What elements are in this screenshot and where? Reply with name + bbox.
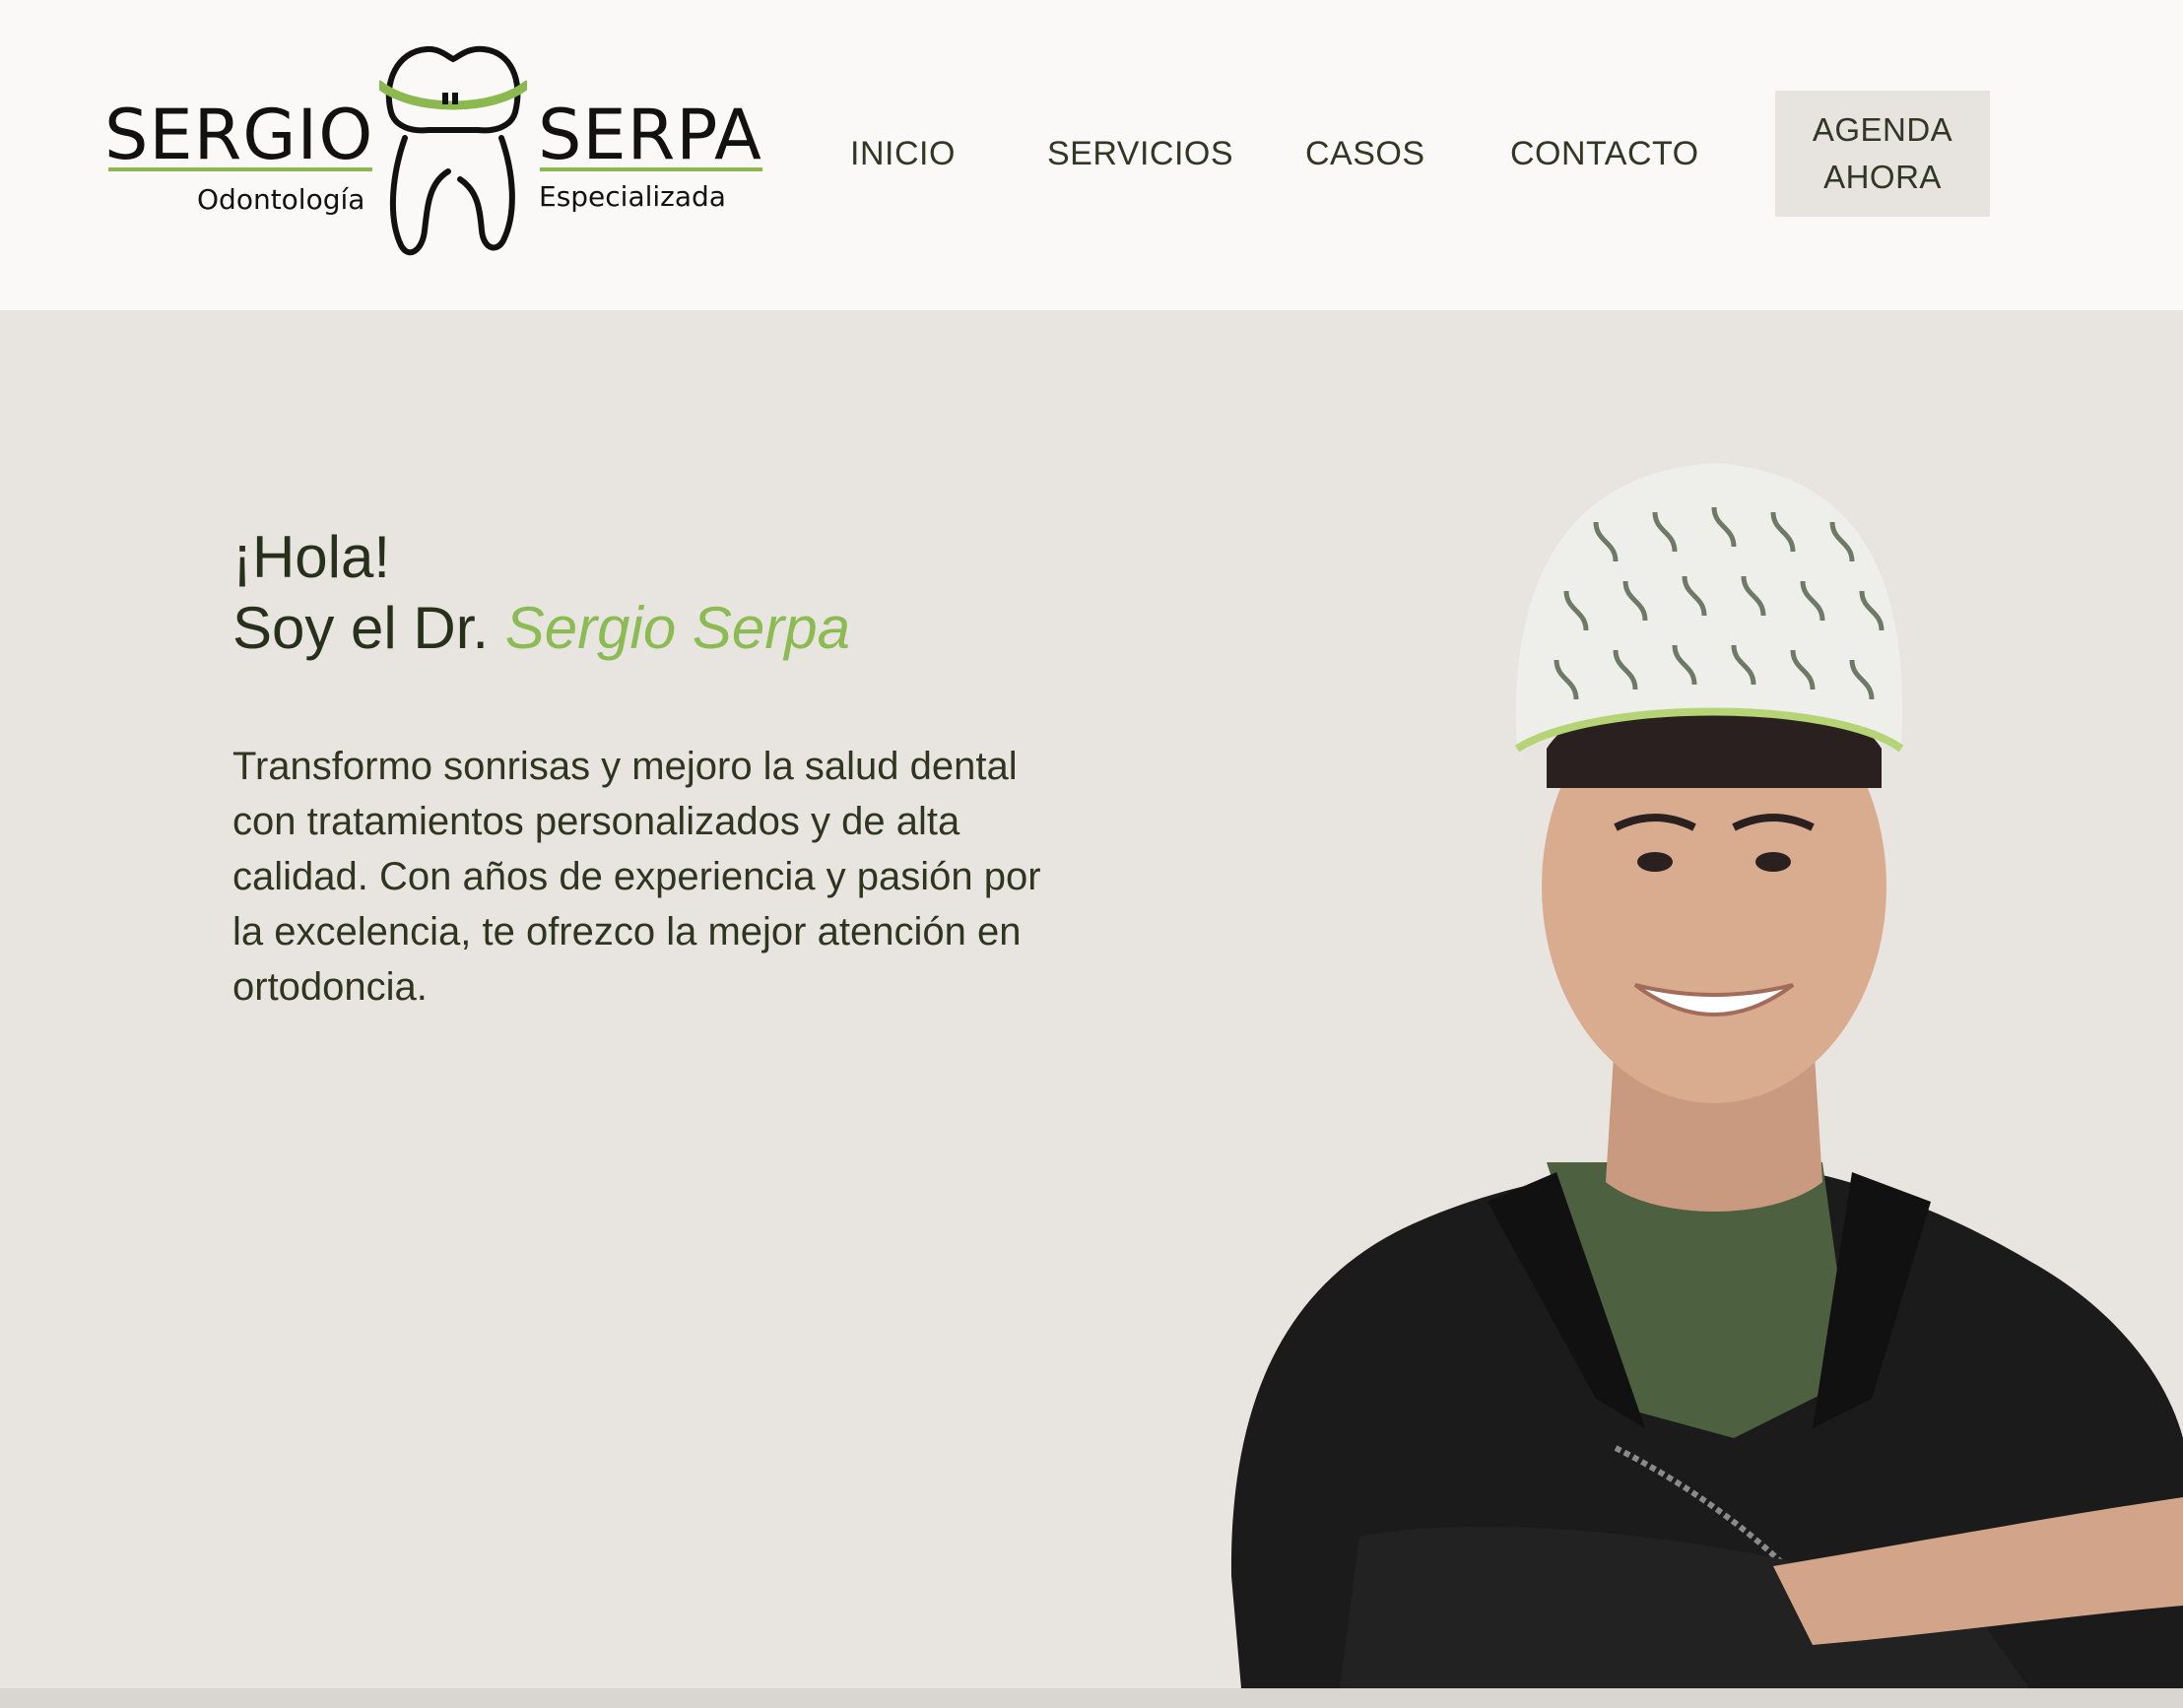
cta-line-2: AHORA: [1823, 159, 1942, 195]
nav-contacto[interactable]: CONTACTO: [1510, 135, 1699, 173]
hero-description: Transformo sonrisas y mejoro la salud de…: [232, 745, 1041, 1009]
cta-line-1: AGENDA: [1812, 111, 1953, 148]
hero-doctor-name: Sergio Serpa: [504, 595, 850, 661]
hero-heading: ¡Hola! Soy el Dr. Sergio Serpa: [232, 522, 1119, 664]
logo-underline-right: [540, 167, 762, 171]
bottom-edge: [0, 1688, 2183, 1708]
logo-subtitle-left: Odontología: [197, 183, 365, 216]
brand-logo[interactable]: SERGIO Odontología SERPA Especializada: [99, 39, 778, 266]
hero-greeting: ¡Hola!: [232, 524, 391, 590]
nav-casos[interactable]: CASOS: [1305, 135, 1425, 173]
hero-text-block: ¡Hola! Soy el Dr. Sergio Serpa Transform…: [232, 522, 1119, 1054]
logo-last-name: SERPA: [538, 95, 762, 175]
site-header: SERGIO Odontología SERPA Especializada I…: [0, 0, 2183, 310]
hero-intro-prefix: Soy el Dr.: [232, 595, 505, 661]
logo-subtitle-right: Especializada: [539, 180, 726, 213]
nav-servicios[interactable]: SERVICIOS: [1047, 135, 1233, 173]
doctor-portrait-icon: [1230, 463, 2183, 1688]
logo-first-name: SERGIO: [104, 95, 374, 175]
logo-underline-left: [108, 167, 372, 171]
nav-inicio[interactable]: INICIO: [850, 135, 956, 173]
tooth-logo-icon: [379, 45, 527, 256]
agenda-ahora-button[interactable]: AGENDA AHORA: [1775, 91, 1990, 217]
